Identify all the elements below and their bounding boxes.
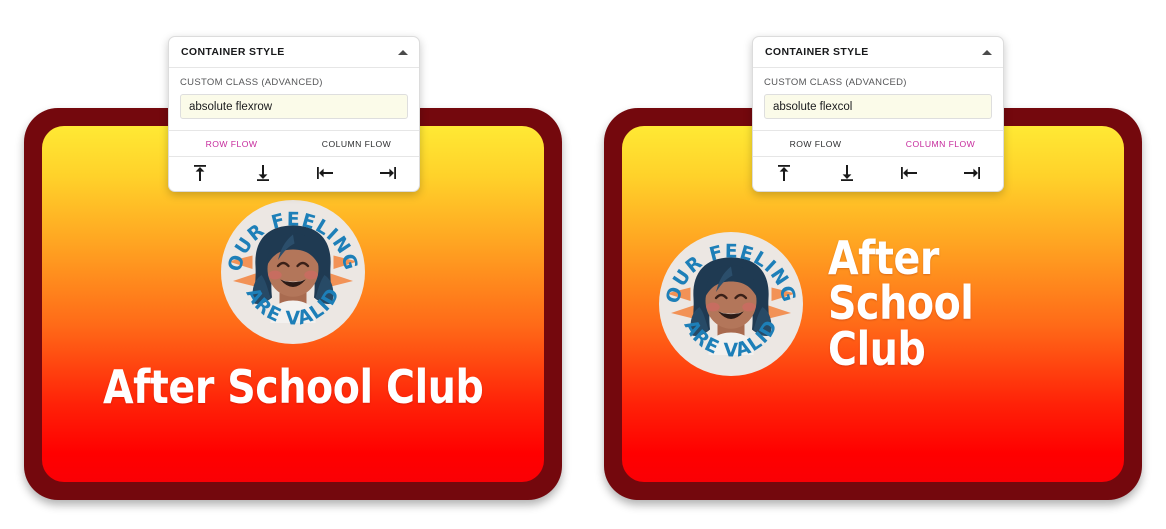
align-bottom-button[interactable] bbox=[232, 164, 295, 182]
custom-class-input[interactable] bbox=[180, 94, 408, 119]
panel-title: CONTAINER STYLE bbox=[765, 46, 869, 58]
custom-class-label: CUSTOM CLASS (ADVANCED) bbox=[764, 77, 907, 88]
panel-body: CUSTOM CLASS (ADVANCED) bbox=[169, 68, 419, 130]
tab-column-flow[interactable]: COLUMN FLOW bbox=[294, 131, 419, 156]
align-top-icon bbox=[194, 165, 207, 181]
align-bottom-icon bbox=[840, 165, 853, 181]
panel-header[interactable]: CONTAINER STYLE bbox=[169, 37, 419, 68]
align-left-button[interactable] bbox=[878, 164, 941, 182]
club-badge-right: YOUR FEELINGS ARE VALID bbox=[648, 213, 806, 379]
container-style-panel-left[interactable]: CONTAINER STYLE CUSTOM CLASS (ADVANCED) … bbox=[168, 36, 420, 192]
align-right-button[interactable] bbox=[941, 164, 1004, 182]
align-right-icon bbox=[379, 167, 396, 179]
align-right-icon bbox=[963, 167, 980, 179]
custom-class-label: CUSTOM CLASS (ADVANCED) bbox=[180, 77, 323, 88]
panel-body: CUSTOM CLASS (ADVANCED) bbox=[753, 68, 1003, 130]
chevron-up-icon[interactable] bbox=[982, 49, 992, 55]
align-top-icon bbox=[778, 165, 791, 181]
align-left-icon bbox=[317, 167, 334, 179]
panel-title: CONTAINER STYLE bbox=[181, 46, 285, 58]
align-top-button[interactable] bbox=[753, 164, 816, 182]
panel-header[interactable]: CONTAINER STYLE bbox=[753, 37, 1003, 68]
tab-row-flow[interactable]: ROW FLOW bbox=[753, 131, 878, 156]
flow-tabs: ROW FLOW COLUMN FLOW bbox=[169, 130, 419, 157]
chevron-up-icon[interactable] bbox=[398, 49, 408, 55]
align-button-row bbox=[753, 157, 1003, 191]
align-left-button[interactable] bbox=[294, 164, 357, 182]
align-right-button[interactable] bbox=[357, 164, 420, 182]
align-bottom-button[interactable] bbox=[816, 164, 879, 182]
align-bottom-icon bbox=[256, 165, 269, 181]
tab-row-flow[interactable]: ROW FLOW bbox=[169, 131, 294, 156]
club-title-left: After School Club bbox=[102, 360, 484, 415]
tab-column-flow[interactable]: COLUMN FLOW bbox=[878, 131, 1003, 156]
container-style-panel-right[interactable]: CONTAINER STYLE CUSTOM CLASS (ADVANCED) … bbox=[752, 36, 1004, 192]
flow-tabs: ROW FLOW COLUMN FLOW bbox=[753, 130, 1003, 157]
align-button-row bbox=[169, 157, 419, 191]
align-left-icon bbox=[901, 167, 918, 179]
club-title-right: After School Club bbox=[828, 231, 974, 376]
club-badge-left: YOUR FEELINGS ARE VALID bbox=[210, 181, 368, 347]
custom-class-input[interactable] bbox=[764, 94, 992, 119]
align-top-button[interactable] bbox=[169, 164, 232, 182]
